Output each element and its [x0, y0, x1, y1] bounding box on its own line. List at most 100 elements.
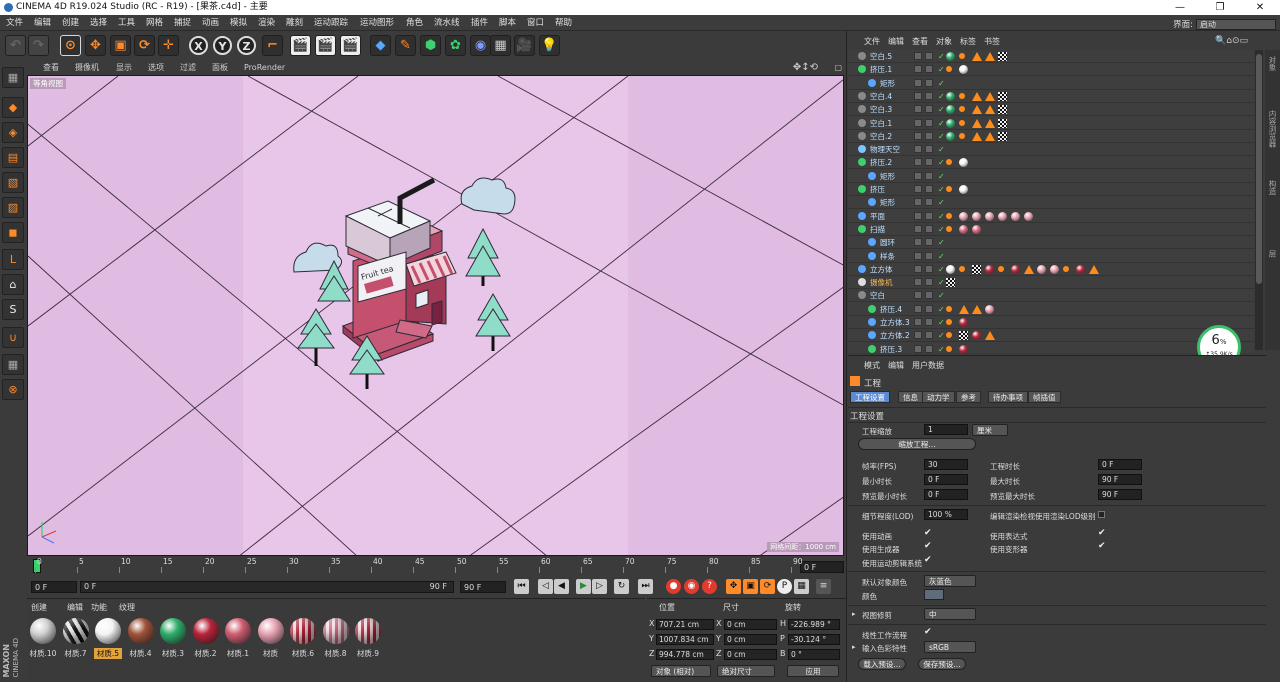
tab-2[interactable]: 动力学	[922, 391, 955, 403]
render-toggle[interactable]	[925, 238, 933, 247]
menu-item[interactable]: 运动跟踪	[314, 15, 348, 31]
visibility-toggle[interactable]	[914, 65, 922, 74]
material-tag-icon[interactable]	[946, 131, 955, 141]
tag-icon[interactable]	[972, 304, 982, 314]
timeline-ruler[interactable]: 0 F 0 5 10 15 20 25 30 35 40 45 50 55 60 65 70 75 80 85 90	[27, 556, 846, 578]
material-swatch[interactable]: 材质.9	[354, 618, 382, 659]
rotation-field[interactable]: -226.989 °	[788, 619, 840, 630]
tag-icon[interactable]	[959, 53, 965, 59]
object-row[interactable]: 矩形 ✓	[848, 77, 1254, 90]
render-toggle[interactable]	[925, 318, 933, 326]
tag-icon[interactable]	[985, 331, 995, 341]
default-color-dropdown[interactable]: 灰蓝色	[924, 575, 976, 587]
render-toggle[interactable]	[925, 198, 933, 207]
cube-icon[interactable]: ◆	[370, 35, 391, 56]
menu-item[interactable]: 运动图形	[360, 15, 394, 31]
autokey-icon[interactable]: ◉	[684, 579, 699, 594]
enabled-check-icon[interactable]: ✓	[938, 196, 945, 209]
move-tool-icon[interactable]: ✥	[85, 35, 106, 56]
tab-4[interactable]: 待办事项	[988, 391, 1028, 403]
side-tab[interactable]: 层	[1267, 250, 1278, 258]
object-menu-item[interactable]: 书签	[984, 36, 1000, 47]
render-toggle[interactable]	[925, 131, 933, 140]
render-picture-viewer-icon[interactable]: 🎬	[315, 35, 336, 56]
material-tag-icon[interactable]	[1037, 264, 1046, 274]
make-editable-icon[interactable]: ▦	[2, 67, 24, 88]
tag-icon[interactable]	[972, 105, 982, 115]
tag-icon[interactable]	[946, 278, 955, 288]
render-toggle[interactable]	[925, 211, 933, 220]
enabled-check-icon[interactable]: ✓	[938, 303, 945, 316]
enabled-check-icon[interactable]: ✓	[938, 156, 945, 169]
material-swatch[interactable]: 材质.3	[159, 618, 187, 659]
viewport-menu-item[interactable]: 查看	[43, 61, 59, 75]
render-toggle[interactable]	[925, 291, 933, 300]
timeline-end-field[interactable]: 0 F	[800, 561, 844, 573]
visibility-toggle[interactable]	[914, 52, 922, 60]
menu-item[interactable]: 网格	[146, 15, 163, 31]
material-tag-icon[interactable]	[959, 158, 968, 168]
material-tag-icon[interactable]	[959, 211, 968, 221]
live-select-icon[interactable]: ✛	[158, 35, 179, 56]
material-tag-icon[interactable]	[946, 91, 955, 101]
object-row[interactable]: 挤压.2 ✓	[848, 156, 1254, 170]
coordinate-mode-dropdown[interactable]: 对象 (相对)	[651, 665, 711, 677]
edges-mode-icon[interactable]: ▨	[2, 197, 24, 218]
render-view-icon[interactable]: 🎬	[290, 35, 311, 56]
tag-icon[interactable]	[1089, 264, 1099, 274]
lod-field[interactable]: 100 %	[924, 509, 968, 520]
tag-icon[interactable]	[972, 52, 982, 61]
material-menu-item[interactable]: 纹理	[119, 602, 135, 613]
material-tag-icon[interactable]	[998, 211, 1007, 221]
object-row[interactable]: 空白.2 ✓	[848, 130, 1254, 143]
material-swatch[interactable]: 材质.5	[94, 618, 122, 659]
render-toggle[interactable]	[925, 331, 933, 340]
menu-item[interactable]: 窗口	[527, 15, 544, 31]
scale-project-button[interactable]: 缩放工程...	[858, 438, 976, 450]
use-generator-checkbox[interactable]: ✔	[924, 541, 932, 551]
render-toggle[interactable]	[925, 65, 933, 74]
visibility-toggle[interactable]	[914, 344, 922, 353]
redo-icon[interactable]: ↷	[28, 35, 49, 56]
visibility-toggle[interactable]	[914, 158, 922, 167]
min-time-field[interactable]: 0 F	[924, 474, 968, 485]
object-row[interactable]: 矩形 ✓	[848, 196, 1254, 210]
menu-item[interactable]: 渲染	[258, 15, 275, 31]
visibility-toggle[interactable]	[914, 224, 922, 233]
material-swatch[interactable]: 材质.2	[192, 618, 220, 659]
key-rotation-icon[interactable]: ⟳	[760, 579, 775, 594]
rotation-field[interactable]: 0 °	[788, 649, 840, 660]
size-field[interactable]: 0 cm	[724, 619, 777, 630]
fps-field[interactable]: 30	[924, 459, 968, 470]
object-row[interactable]: 空白.1 ✓	[848, 117, 1254, 130]
render-toggle[interactable]	[925, 105, 933, 114]
tag-icon[interactable]	[985, 118, 995, 128]
menu-item[interactable]: 脚本	[499, 15, 516, 31]
object-row[interactable]: 扫描 ✓	[848, 223, 1254, 236]
enabled-check-icon[interactable]: ✓	[938, 117, 945, 130]
tag-icon[interactable]	[998, 91, 1007, 101]
model-mode-icon[interactable]: ◆	[2, 97, 24, 118]
y-axis-lock-icon[interactable]: Y	[213, 36, 232, 55]
tag-icon[interactable]	[946, 186, 952, 192]
material-tag-icon[interactable]	[972, 331, 981, 341]
tag-icon[interactable]	[959, 304, 969, 314]
key-scale-icon[interactable]: ▣	[743, 579, 758, 594]
next-frame-icon[interactable]: ▷	[592, 579, 607, 594]
enabled-check-icon[interactable]: ✓	[938, 103, 945, 116]
material-tag-icon[interactable]	[959, 318, 968, 327]
enabled-check-icon[interactable]: ✓	[938, 210, 945, 223]
tag-icon[interactable]	[972, 118, 982, 128]
material-menu-item[interactable]: 创建	[31, 602, 47, 613]
tag-icon[interactable]	[998, 52, 1007, 61]
visibility-toggle[interactable]	[914, 238, 922, 247]
tag-icon[interactable]	[972, 91, 982, 101]
coordinate-system-icon[interactable]: ⌐	[262, 35, 283, 56]
attribute-menu-item[interactable]: 模式	[864, 360, 880, 371]
project-unit-dropdown[interactable]: 厘米	[972, 424, 1008, 436]
visibility-toggle[interactable]	[914, 318, 922, 326]
linear-workflow-checkbox[interactable]: ✔	[924, 627, 932, 637]
timeline-menu-icon[interactable]: ≡	[816, 579, 831, 594]
render-toggle[interactable]	[925, 251, 933, 260]
workplane-icon[interactable]: ▦	[2, 354, 24, 375]
